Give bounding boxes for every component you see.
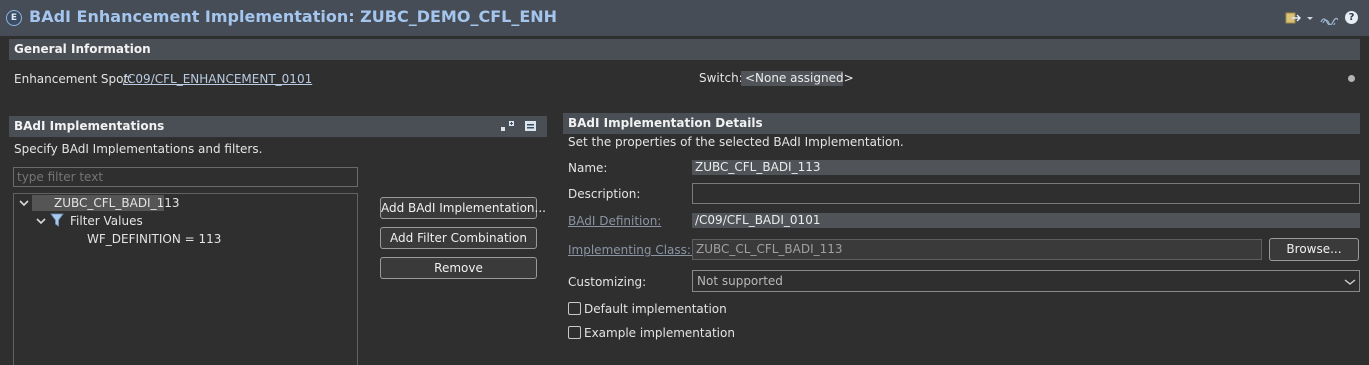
example-implementation-label: Example implementation — [584, 326, 735, 340]
collapse-all-icon[interactable] — [523, 119, 539, 133]
switch-label: Switch: — [699, 71, 743, 85]
implementing-class-link[interactable]: Implementing Class: * — [568, 243, 701, 257]
implementations-tree — [13, 193, 358, 365]
add-badi-implementation-button[interactable]: Add BAdI Implementation... — [380, 197, 546, 219]
badi-implementation-details-header: BAdI Implementation Details — [563, 113, 1360, 134]
editor-title: BAdI Enhancement Implementation: ZUBC_DE… — [29, 7, 558, 26]
filter-input[interactable] — [13, 167, 358, 187]
default-implementation-checkbox[interactable] — [568, 302, 581, 315]
chevron-down-icon[interactable] — [19, 197, 29, 207]
customizing-label: Customizing: — [568, 275, 647, 289]
status-dot-icon — [1348, 75, 1355, 82]
switch-value: <None assigned> — [741, 71, 854, 86]
name-label: Name: — [568, 161, 608, 175]
badi-definition-link[interactable]: BAdI Definition: — [568, 214, 661, 228]
export-icon[interactable] — [1285, 11, 1302, 25]
name-field: ZUBC_CFL_BADI_113 — [692, 160, 1360, 175]
help-icon[interactable]: ? — [1345, 11, 1358, 24]
enhancement-icon: E — [6, 10, 22, 26]
badi-implementations-header: BAdI Implementations — [9, 116, 547, 137]
tree-item-filter-values[interactable]: Filter Values — [70, 214, 143, 228]
badi-implementations-description: Specify BAdI Implementations and filters… — [14, 142, 263, 156]
badi-definition-field: /C09/CFL_BADI_0101 — [692, 213, 1360, 228]
default-implementation-label: Default implementation — [584, 302, 727, 316]
chevron-down-icon[interactable] — [36, 215, 46, 225]
customizing-select[interactable]: Not supported — [692, 270, 1360, 292]
enhancement-spot-link[interactable]: /C09/CFL_ENHANCEMENT_0101 — [123, 72, 312, 86]
details-description: Set the properties of the selected BAdI … — [568, 135, 904, 149]
enhancement-spot-label: Enhancement Spot: — [14, 72, 133, 86]
example-implementation-checkbox[interactable] — [568, 326, 581, 339]
browse-button[interactable]: Browse... — [1269, 238, 1359, 261]
description-label: Description: — [568, 187, 641, 201]
add-filter-combination-button[interactable]: Add Filter Combination — [380, 227, 537, 249]
dropdown-arrow-icon[interactable] — [1305, 11, 1315, 25]
expand-all-icon[interactable] — [500, 119, 516, 133]
tree-item-implementation[interactable]: ZUBC_CFL_BADI_113 — [54, 196, 180, 210]
wave-icon[interactable] — [1320, 11, 1339, 27]
description-input[interactable] — [692, 183, 1360, 204]
general-information-header: General Information — [9, 39, 1360, 60]
implementing-class-input[interactable]: ZUBC_CL_CFL_BADI_113 — [692, 239, 1262, 260]
tree-item-filter-value[interactable]: WF_DEFINITION = 113 — [87, 232, 221, 246]
chevron-down-icon[interactable] — [1344, 276, 1356, 286]
remove-button[interactable]: Remove — [380, 257, 537, 279]
filter-icon — [50, 213, 64, 227]
customizing-select-value: Not supported — [697, 274, 783, 288]
